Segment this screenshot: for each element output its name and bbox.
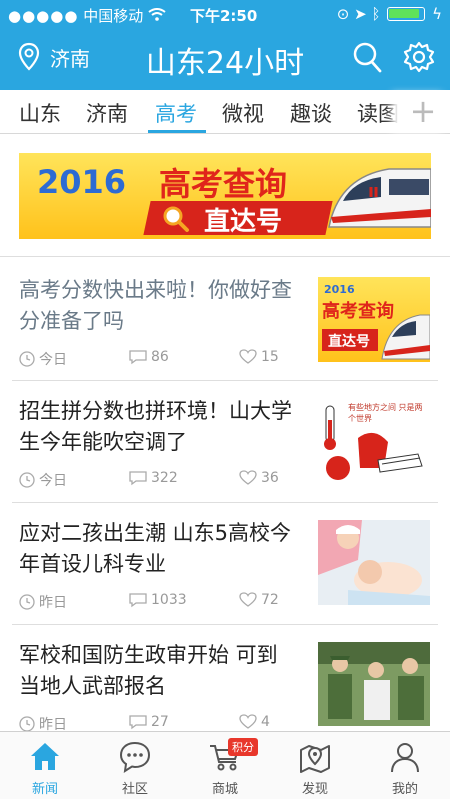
news-title: 军校和国防生政审开始 可到当地人武部报名 [19, 643, 278, 698]
nav-news[interactable]: 新闻 [0, 732, 90, 799]
rotation-lock-icon: ⊙ [336, 5, 350, 23]
nav-discover-label: 发现 [301, 782, 328, 797]
settings-button[interactable] [402, 40, 436, 78]
nav-community[interactable]: 社区 [90, 732, 180, 799]
map-pin-icon [300, 745, 330, 773]
status-time: 下午2:50 [190, 7, 258, 25]
add-channel-button[interactable]: + [398, 94, 448, 132]
news-item[interactable]: 高考分数快出来啦！你做好查分准备了吗 今日 86 15 2016 高考查询 直达… [0, 259, 450, 380]
app-title: 山东24小时 [145, 46, 305, 81]
tab-jinan[interactable]: 济南 [86, 98, 128, 128]
banner-subtitle: 直达号 [204, 207, 283, 237]
search-icon [353, 42, 382, 73]
news-title: 高考分数快出来啦！你做好查分准备了吗 [19, 278, 292, 333]
points-badge: 积分 [228, 738, 258, 756]
tab-dutu[interactable]: 读图 [357, 98, 399, 128]
news-likes: 72 [261, 592, 279, 608]
heart-icon [239, 592, 257, 607]
news-item[interactable]: 招生拼分数也拼环境！山大学生今年能吹空调了 今日 322 36 有些地方之间 只… [0, 380, 450, 501]
comment-icon [129, 715, 147, 730]
nav-discover[interactable]: 发现 [270, 732, 360, 799]
comment-icon [129, 471, 147, 486]
bluetooth-icon: ᛒ [371, 5, 381, 23]
charging-icon: ϟ [432, 5, 442, 23]
bottom-nav: 新闻 社区 积分 商城 发现 我的 [0, 731, 450, 799]
tab-shandong[interactable]: 山东 [19, 98, 61, 128]
news-thumbnail: 有些地方之间 只是两个世界 [318, 398, 430, 483]
divider [0, 256, 450, 257]
news-likes: 36 [261, 470, 279, 486]
news-thumbnail [318, 642, 430, 726]
status-bar: ●●●●● 中国移动 下午2:50 ⊙ ➤ ᛒ ϟ [0, 0, 450, 28]
nav-news-label: 新闻 [31, 782, 58, 797]
nav-profile-label: 我的 [391, 782, 418, 797]
news-time: 昨日 [39, 595, 67, 611]
news-item[interactable]: 军校和国防生政审开始 可到当地人武部报名 昨日 27 4 [0, 624, 450, 745]
app-bar: 济南 山东24小时 [0, 28, 450, 90]
news-comments: 322 [151, 470, 178, 486]
news-thumbnail: 2016 高考查询 直达号 [318, 277, 430, 362]
clock-icon [19, 716, 35, 732]
news-title: 应对二孩出生潮 山东5高校今年首设儿科专业 [19, 521, 292, 576]
carrier-name: 中国移动 [83, 7, 144, 25]
comment-icon [129, 593, 147, 608]
banner-year: 2016 [37, 163, 127, 201]
banner-headline: 高考查询 [159, 165, 288, 203]
clock-icon [19, 594, 35, 610]
tab-weishi[interactable]: 微视 [222, 98, 264, 128]
person-icon [391, 743, 419, 773]
nav-profile[interactable]: 我的 [360, 732, 450, 799]
gear-icon [403, 41, 435, 73]
location-arrow-icon: ➤ [354, 5, 367, 23]
news-likes: 4 [261, 714, 270, 730]
home-icon [31, 743, 59, 770]
comment-icon [129, 350, 147, 365]
search-button[interactable] [352, 40, 382, 78]
news-time: 今日 [39, 473, 67, 489]
news-comments: 1033 [151, 592, 187, 608]
heart-icon [239, 470, 257, 485]
train-illustration [319, 157, 431, 239]
news-thumbnail [318, 520, 430, 605]
news-likes: 15 [261, 349, 279, 365]
thumb-sub: 直达号 [328, 334, 370, 350]
tab-gaokao[interactable]: 高考 [155, 98, 197, 128]
tab-qutan[interactable]: 趣谈 [290, 98, 332, 128]
heart-icon [239, 349, 257, 364]
channel-tabs: 山东 济南 高考 微视 趣谈 读图 + [0, 90, 450, 134]
status-right: ⊙ ➤ ᛒ ϟ [337, 5, 442, 23]
chat-bubble-icon [119, 741, 151, 774]
heart-icon [239, 714, 257, 729]
signal-dots-icon: ●●●●● [8, 7, 79, 25]
news-comments: 27 [151, 714, 169, 730]
top-header: ●●●●● 中国移动 下午2:50 ⊙ ➤ ᛒ ϟ 济南 山东24小时 [0, 0, 450, 90]
nav-mall[interactable]: 积分 商城 [180, 732, 270, 799]
magnifier-icon [162, 205, 190, 237]
news-item[interactable]: 应对二孩出生潮 山东5高校今年首设儿科专业 昨日 1033 72 [0, 502, 450, 623]
clock-icon [19, 351, 35, 367]
clock-icon [19, 472, 35, 488]
news-title: 招生拼分数也拼环境！山大学生今年能吹空调了 [19, 399, 292, 454]
gaokao-banner[interactable]: 2016 高考查询 直达号 [19, 153, 431, 239]
news-time: 今日 [39, 352, 67, 368]
wifi-icon [148, 7, 166, 25]
thumb-year: 2016 [324, 283, 355, 296]
active-tab-indicator [148, 130, 206, 133]
carrier-signal: ●●●●● 中国移动 [8, 5, 166, 26]
news-comments: 86 [151, 349, 169, 365]
nav-community-label: 社区 [121, 782, 148, 797]
nav-mall-label: 商城 [211, 782, 238, 797]
battery-icon [387, 7, 426, 21]
